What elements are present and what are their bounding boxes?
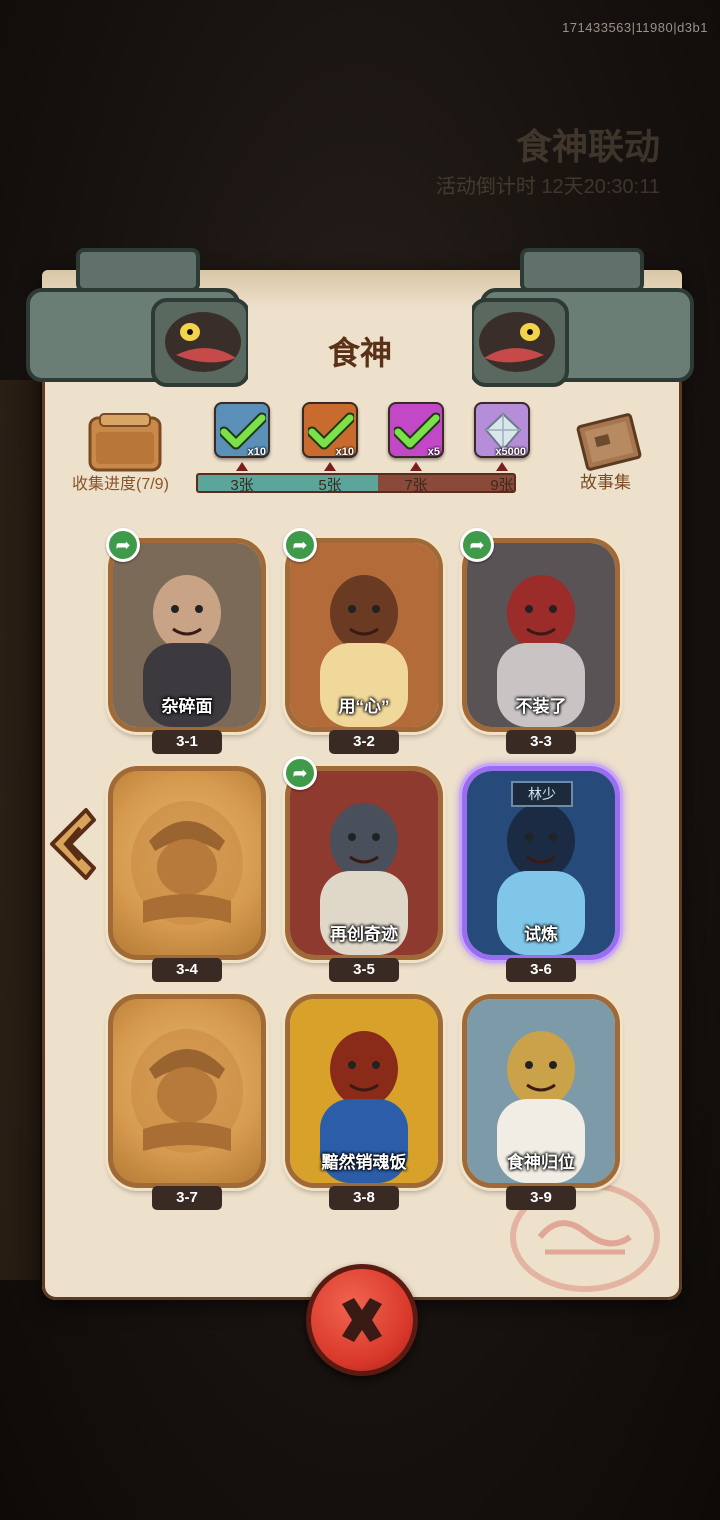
watermark: 171433563|11980|d3b1 (562, 20, 708, 35)
story-collection-label[interactable]: 故事集 (580, 468, 631, 493)
milestone-label: 9张 (490, 477, 514, 494)
page-title: 食神 (327, 334, 392, 372)
milestone-reward-3[interactable]: x5 (388, 402, 444, 458)
film-camera-left-icon (26, 248, 248, 387)
story-card-3-9[interactable]: 食神归位 (462, 994, 620, 1188)
story-card-3-4[interactable] (108, 766, 266, 960)
card-caption: 食神归位 (507, 1153, 575, 1172)
film-camera-right-icon (472, 248, 694, 387)
card-number-label: 3-3 (506, 730, 576, 754)
story-card-3-1[interactable]: 杂碎面 (108, 538, 266, 732)
reward-quantity: x10 (247, 446, 266, 458)
milestone-marker (324, 462, 336, 471)
story-card-3-6[interactable]: 林少 试炼 (462, 766, 620, 960)
milestone-reward-1[interactable]: x10 (214, 402, 270, 458)
reward-quantity: x5000 (495, 446, 526, 458)
background-banner-title: 食神联动 (515, 126, 660, 167)
milestone-reward-2[interactable]: x10 (302, 402, 358, 458)
card-caption: 试炼 (524, 925, 558, 944)
milestone-marker (236, 462, 248, 471)
card-number-label: 3-4 (152, 958, 222, 982)
milestone-label: 5张 (318, 477, 342, 494)
story-card-3-5[interactable]: 再创奇迹 (285, 766, 443, 960)
story-card-3-3[interactable]: 不装了 (462, 538, 620, 732)
card-caption: 不装了 (515, 697, 567, 716)
share-arrow-icon[interactable]: ➦ (460, 528, 494, 562)
share-arrow-icon[interactable]: ➦ (106, 528, 140, 562)
story-card-3-2[interactable]: 用“心” (285, 538, 443, 732)
card-caption: 杂碎面 (161, 697, 213, 716)
card-number-label: 3-8 (329, 1186, 399, 1210)
card-caption: 再创奇迹 (330, 925, 398, 944)
story-book-icon[interactable] (574, 412, 644, 472)
story-card-3-8[interactable]: 黯然销魂饭 (285, 994, 443, 1188)
background-banner-subtitle: 活动倒计时 12天20:30:11 (435, 176, 660, 198)
locked-silhouette-icon (131, 1029, 243, 1153)
close-button[interactable] (306, 1264, 418, 1376)
milestone-reward-4[interactable]: x5000 (474, 402, 530, 458)
share-arrow-icon[interactable]: ➦ (283, 528, 317, 562)
collection-progress-label: 收集进度(7/9) (72, 476, 169, 493)
card-number-label: 3-2 (329, 730, 399, 754)
card-caption: 黯然销魂饭 (321, 1153, 407, 1172)
milestone-marker (496, 462, 508, 471)
story-card-3-7[interactable] (108, 994, 266, 1188)
card-number-label: 3-1 (152, 730, 222, 754)
card-number-label: 3-5 (329, 958, 399, 982)
milestone-label: 3张 (230, 477, 254, 494)
close-x-icon (342, 1298, 382, 1342)
reward-quantity: x5 (427, 446, 440, 458)
collection-progress-fill (198, 475, 379, 491)
door-sign: 林少 (511, 781, 573, 807)
card-caption: 用“心” (338, 697, 390, 716)
collection-box-icon (88, 413, 162, 472)
left-arrow-icon[interactable] (46, 806, 98, 882)
card-number-label: 3-7 (152, 1186, 222, 1210)
share-arrow-icon[interactable]: ➦ (283, 756, 317, 790)
card-number-label: 3-6 (506, 958, 576, 982)
background-banner: 食神联动 活动倒计时 12天20:30:11 (0, 100, 720, 220)
background-rail (0, 380, 40, 1280)
milestone-marker (410, 462, 422, 471)
card-number-label: 3-9 (506, 1186, 576, 1210)
milestone-label: 7张 (404, 477, 428, 494)
locked-silhouette-icon (131, 801, 243, 925)
reward-quantity: x10 (335, 446, 354, 458)
